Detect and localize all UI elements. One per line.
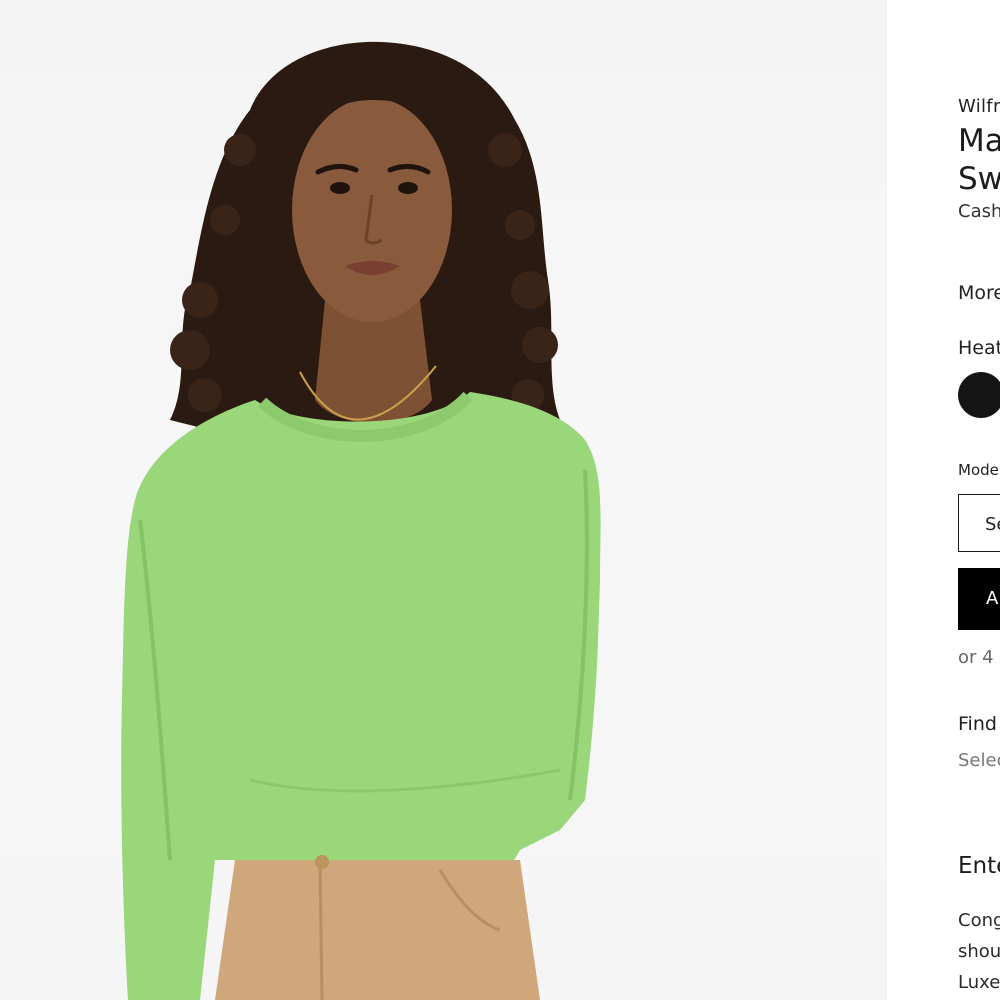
product-details: Wilfr Ma Sw Cash More Heat Mode Se A or … [958, 0, 1000, 1000]
find-in-store-sub: Selec [958, 750, 1000, 771]
add-to-bag-button[interactable]: A [958, 568, 1000, 630]
more-colors-link[interactable]: More [958, 282, 1000, 304]
size-select[interactable]: Se [958, 494, 1000, 552]
model-info: Mode [958, 461, 999, 479]
size-select-label: Se [985, 514, 1000, 535]
promo-text-line: Cong [958, 910, 1000, 931]
product-title: Ma Sw [958, 122, 1000, 198]
product-page: Wilfr Ma Sw Cash More Heat Mode Se A or … [0, 0, 1000, 1000]
color-swatch-black[interactable] [958, 372, 1000, 418]
color-label: Heat [958, 337, 1000, 359]
promo-text-line: Luxe [958, 972, 1000, 993]
product-subtitle: Cash [958, 201, 1000, 222]
promo-heading: Ente [958, 853, 1000, 879]
pants [215, 860, 540, 1000]
product-title-line-2: Sw [958, 161, 1000, 197]
find-in-store-label[interactable]: Find [958, 713, 997, 735]
product-image[interactable] [0, 0, 886, 1000]
product-title-line-1: Ma [958, 123, 1000, 159]
add-to-bag-label: A [986, 588, 999, 609]
installments-text: or 4 [958, 647, 994, 668]
image-divider [886, 0, 887, 1000]
model-photo [121, 41, 601, 1000]
promo-text-line: shou [958, 941, 1000, 962]
face [292, 98, 452, 322]
brand-name[interactable]: Wilfr [958, 96, 1000, 117]
